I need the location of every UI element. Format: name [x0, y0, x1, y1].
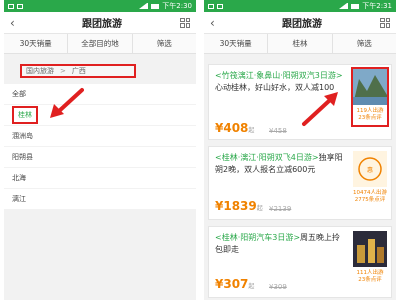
clock: 下午2:31 [362, 2, 392, 10]
tour-title: <桂林·漓江·阳朔双飞4日游>独享阳朔2晚，双人报名立减600元 [215, 152, 347, 176]
breadcrumb-item-guangxi[interactable]: 广西 [72, 66, 86, 76]
filter-destination[interactable]: 全部目的地 [68, 34, 133, 53]
notification-icon [208, 3, 214, 9]
city-item-beihai[interactable]: 北海 [4, 168, 196, 189]
city-label: 阳朔县 [12, 153, 33, 161]
battery-icon [351, 3, 360, 9]
red-arrow-annotation [50, 88, 84, 118]
city-label: 漓江 [12, 195, 26, 203]
city-item-guilin[interactable]: 桂林 [4, 105, 196, 126]
tour-stats: 111人出游 23条点评 [353, 270, 387, 284]
grid-menu-icon[interactable] [380, 17, 390, 28]
selected-city-highlight: 桂林 [12, 106, 38, 124]
city-item-weizhou[interactable]: 涠洲岛 [4, 126, 196, 147]
tour-price: ¥307起 [215, 277, 254, 291]
signal-icon [339, 3, 349, 9]
price-value: ¥408 [215, 121, 249, 135]
tour-stats: 10474人出游 2775条点评 [353, 190, 387, 204]
tour-card[interactable]: <桂林·阳朔汽车3日游>周五晚上拎包即走 ¥307起 ¥309 111人出游 23… [208, 226, 392, 298]
left-phone-screen: 下午2:30 ‹ 跟团旅游 30天销量 全部目的地 筛选 国内旅游 > 广西 全… [4, 0, 196, 300]
red-arrow-annotation [302, 92, 338, 126]
notification-icon [17, 3, 23, 9]
tour-title-highlight: <竹筏漓江·象鼻山·阳朔双汽3日游> [215, 71, 343, 80]
clock: 下午2:30 [162, 2, 192, 10]
filter-bar: 30天销量 桂林 筛选 [204, 34, 396, 54]
price-suffix: 起 [256, 205, 263, 212]
price-value: ¥307 [215, 277, 249, 291]
filter-sales[interactable]: 30天销量 [4, 34, 69, 53]
city-item-lijiang[interactable]: 漓江 [4, 189, 196, 210]
city-label: 涠洲岛 [12, 132, 33, 140]
breadcrumb-item-domestic[interactable]: 国内旅游 [26, 66, 54, 76]
chevron-right-icon: > [60, 67, 66, 75]
tour-old-price: ¥309 [269, 283, 287, 291]
city-label: 北海 [12, 174, 26, 182]
title-bar: ‹ 跟团旅游 [204, 12, 396, 34]
promo-badge-image: 惠 [353, 151, 387, 187]
signal-icon [139, 3, 149, 9]
city-item-yangshuo[interactable]: 阳朔县 [4, 147, 196, 168]
travelers-count: 111人出游 [356, 270, 384, 276]
breadcrumb: 国内旅游 > 广西 [20, 64, 136, 78]
right-phone-screen: 下午2:31 ‹ 跟团旅游 30天销量 桂林 筛选 <竹筏漓江·象鼻山·阳朔双汽… [204, 0, 396, 300]
status-bar: 下午2:30 [4, 0, 196, 12]
travelers-count: 10474人出游 [353, 190, 387, 196]
night-city-photo [353, 231, 387, 267]
tour-title-highlight: <桂林·漓江·阳朔双飞4日游> [215, 153, 319, 162]
price-value: ¥1839 [215, 199, 257, 213]
city-item-all[interactable]: 全部 [4, 84, 196, 105]
tour-title: <桂林·阳朔汽车3日游>周五晚上拎包即走 [215, 232, 347, 256]
page-title: 跟团旅游 [282, 19, 322, 30]
price-suffix: 起 [248, 127, 255, 134]
title-bar: ‹ 跟团旅游 [4, 12, 196, 34]
filter-screen[interactable]: 筛选 [333, 34, 396, 53]
filter-bar: 30天销量 全部目的地 筛选 [4, 34, 196, 54]
battery-icon [151, 3, 160, 9]
tour-card[interactable]: <桂林·漓江·阳朔双飞4日游>独享阳朔2晚，双人报名立减600元 ¥1839起 … [208, 146, 392, 220]
filter-sales[interactable]: 30天销量 [204, 34, 269, 53]
tour-price: ¥408起 [215, 121, 254, 135]
tour-price: ¥1839起 [215, 199, 263, 213]
tour-old-price: ¥458 [269, 127, 287, 135]
grid-menu-icon[interactable] [180, 17, 190, 28]
back-icon[interactable]: ‹ [10, 16, 24, 30]
price-suffix: 起 [248, 283, 255, 290]
filter-destination[interactable]: 桂林 [268, 34, 333, 53]
reviews-count: 23条点评 [358, 277, 382, 283]
page-title: 跟团旅游 [82, 19, 122, 30]
tour-old-price: ¥2139 [269, 205, 292, 213]
svg-text:惠: 惠 [367, 166, 373, 174]
city-list: 全部 桂林 涠洲岛 阳朔县 北海 漓江 [4, 84, 196, 210]
thumbnail-highlight-box [351, 67, 389, 127]
notification-icon [217, 3, 223, 9]
tour-title-highlight: <桂林·阳朔汽车3日游> [215, 233, 301, 242]
status-bar: 下午2:31 [204, 0, 396, 12]
filter-screen[interactable]: 筛选 [133, 34, 196, 53]
reviews-count: 2775条点评 [354, 197, 386, 203]
tour-thumbnail[interactable]: 111人出游 23条点评 [353, 231, 387, 287]
notification-icon [8, 3, 14, 9]
city-label: 全部 [12, 90, 26, 98]
tour-thumbnail[interactable]: 惠 10474人出游 2775条点评 [353, 151, 387, 207]
back-icon[interactable]: ‹ [210, 16, 224, 30]
